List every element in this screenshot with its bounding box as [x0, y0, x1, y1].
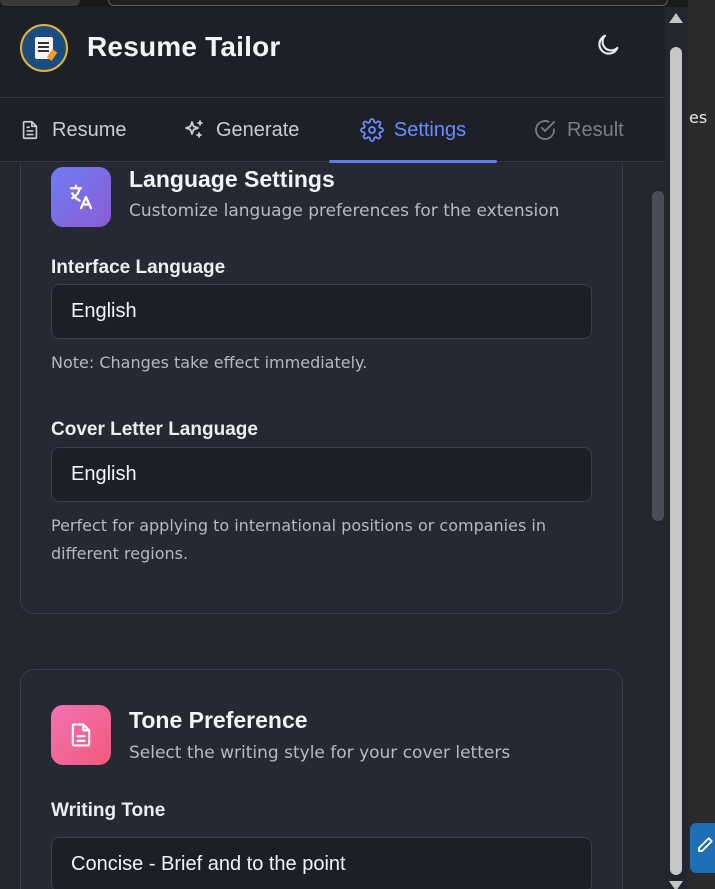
browser-tab-left — [0, 0, 80, 6]
theme-toggle-button[interactable] — [592, 31, 624, 63]
header: Resume Tailor — [0, 7, 665, 98]
interface-language-select[interactable]: English — [51, 284, 592, 339]
browser-address-shape — [108, 0, 668, 6]
scroll-down-arrow-icon[interactable] — [669, 881, 683, 889]
gear-icon — [359, 118, 384, 142]
panel-scrollbar[interactable] — [665, 7, 688, 889]
moon-icon — [594, 31, 622, 64]
interface-language-value: English — [71, 300, 137, 322]
tone-preference-card: Tone Preference Select the writing style… — [20, 669, 623, 889]
tone-card-subtitle: Select the writing style for your cover … — [129, 743, 511, 763]
writing-tone-select[interactable]: Concise - Brief and to the point — [51, 837, 592, 889]
background-text: es — [689, 108, 708, 127]
cover-letter-language-note: Perfect for applying to international po… — [51, 516, 546, 563]
tab-generate[interactable]: Generate — [182, 98, 299, 162]
language-card-title: Language Settings — [129, 166, 335, 192]
tab-bar: Resume Generate Settings Result — [0, 98, 665, 163]
writing-tone-value: Concise - Brief and to the point — [71, 853, 346, 875]
language-card-subtitle: Customize language preferences for the e… — [129, 201, 560, 221]
writing-tone-label: Writing Tone — [51, 800, 166, 821]
cover-letter-language-value: English — [71, 463, 137, 485]
logo-document-icon — [35, 37, 53, 59]
tab-resume[interactable]: Resume — [18, 98, 126, 162]
app-title: Resume Tailor — [87, 31, 281, 62]
tab-settings[interactable]: Settings — [329, 98, 497, 163]
app-logo — [20, 24, 68, 72]
scroll-up-arrow-icon[interactable] — [669, 13, 683, 23]
document-icon — [18, 118, 42, 142]
tone-card-title: Tone Preference — [129, 707, 308, 733]
extension-panel: Resume Tailor Resume Generate Settings R… — [0, 7, 665, 889]
translate-icon — [51, 167, 111, 227]
tab-result[interactable]: Result — [533, 98, 624, 162]
tab-result-label: Result — [567, 118, 624, 141]
background-page: es — [688, 0, 715, 889]
tab-settings-label: Settings — [393, 118, 467, 141]
tab-generate-label: Generate — [216, 118, 300, 141]
pencil-icon — [696, 836, 714, 860]
file-text-icon — [51, 705, 111, 765]
interface-language-note: Note: Changes take effect immediately. — [51, 353, 368, 372]
edit-fab-button[interactable] — [690, 823, 715, 873]
settings-content: Language Settings Customize language pre… — [0, 163, 665, 889]
scrollbar-thumb[interactable] — [670, 47, 682, 875]
cover-letter-language-label: Cover Letter Language — [51, 419, 258, 440]
browser-top-strip — [0, 0, 715, 7]
content-scrollbar-thumb[interactable] — [652, 191, 664, 521]
tab-resume-label: Resume — [52, 118, 127, 141]
check-circle-icon — [533, 118, 557, 142]
interface-language-label: Interface Language — [51, 257, 226, 278]
language-settings-card: Language Settings Customize language pre… — [20, 163, 623, 614]
cover-letter-language-select[interactable]: English — [51, 447, 592, 502]
sparkles-icon — [182, 118, 206, 142]
